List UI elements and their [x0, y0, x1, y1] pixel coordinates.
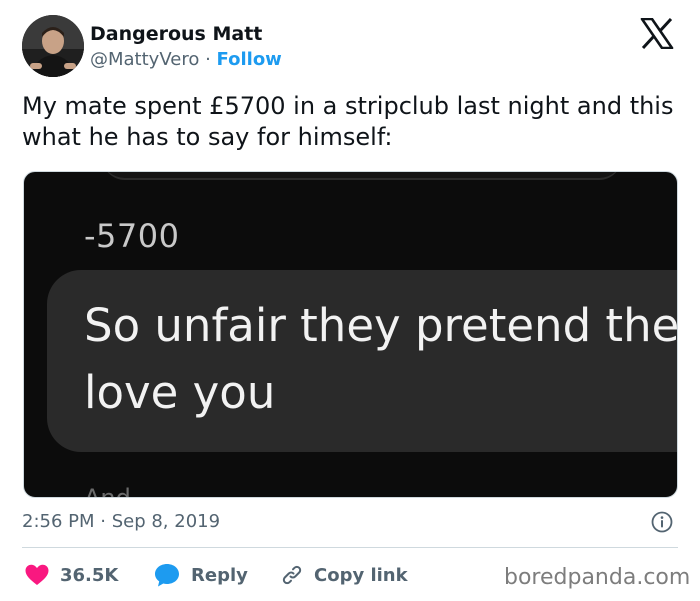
- previous-message-bubble: [102, 172, 622, 180]
- watermark: boredpanda.com: [504, 565, 691, 590]
- message-text: So unfair they pretend the love you: [84, 292, 678, 426]
- copy-link-label: Copy link: [314, 564, 408, 586]
- tweet-media[interactable]: -5700 So unfair they pretend the love yo…: [23, 171, 678, 498]
- tweet-timestamp[interactable]: 2:56 PM · Sep 8, 2019: [22, 510, 220, 534]
- reply-label: Reply: [191, 564, 248, 586]
- follow-button[interactable]: Follow: [217, 49, 282, 70]
- payment-amount: -5700: [84, 217, 180, 255]
- copy-link-button[interactable]: Copy link: [280, 562, 408, 588]
- author-handle-row: @MattyVero · Follow: [90, 48, 282, 72]
- avatar-image: [22, 15, 84, 77]
- like-button[interactable]: 36.5K: [24, 562, 118, 588]
- x-logo-icon[interactable]: [640, 17, 674, 50]
- author-handle[interactable]: @MattyVero: [90, 49, 199, 70]
- message-line-2: love you: [84, 366, 276, 419]
- handle-separator: ·: [205, 49, 211, 70]
- link-icon: [282, 565, 302, 585]
- author-display-name[interactable]: Dangerous Matt: [90, 22, 262, 46]
- info-icon[interactable]: [651, 511, 673, 533]
- like-count: 36.5K: [60, 564, 119, 586]
- heart-icon: [25, 564, 49, 585]
- tweet-text: My mate spent £5700 in a stripclub last …: [22, 92, 674, 151]
- avatar[interactable]: [22, 15, 84, 77]
- reply-button[interactable]: Reply: [153, 562, 248, 588]
- cut-off-message: And: [84, 484, 131, 498]
- speech-bubble-icon: [155, 564, 179, 587]
- divider: [22, 547, 678, 548]
- message-line-1: So unfair they pretend the: [84, 299, 678, 352]
